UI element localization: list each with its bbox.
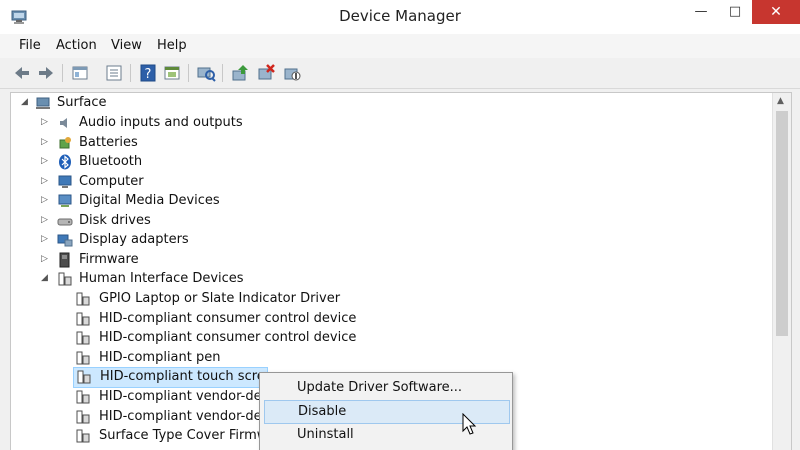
bluetooth-icon (59, 154, 71, 170)
speaker-icon (60, 118, 67, 128)
tree-item-gpio[interactable]: GPIO Laptop or Slate Indicator Driver (75, 289, 395, 308)
device-manager-window: Device Manager — □ ✕ File Action View He… (0, 0, 800, 450)
firmware-chip-icon (59, 252, 70, 268)
uninstall-icon[interactable] (256, 63, 276, 83)
tree-item-hid[interactable]: ◢ Human Interface Devices (41, 269, 341, 288)
tree-item-bluetooth[interactable]: ▷ Bluetooth (41, 152, 341, 171)
hid-device-icon (76, 292, 90, 306)
hid-device-icon (58, 272, 72, 286)
menu-view[interactable]: View (111, 38, 142, 53)
toolbar-separator (188, 64, 189, 82)
toolbar-separator (222, 64, 223, 82)
tree-item-batteries[interactable]: ▷ Batteries (41, 133, 341, 152)
hid-device-icon (76, 390, 90, 404)
menu-bar: File Action View Help (0, 34, 800, 58)
menu-action[interactable]: Action (56, 38, 97, 53)
tree-item-audio[interactable]: ▷ Audio inputs and outputs (41, 113, 341, 132)
tree-item-type-cover-firmware[interactable]: Surface Type Cover Firmware Update (75, 426, 260, 445)
tree-item-hid-touch-screen[interactable]: HID-compliant touch screen (73, 367, 268, 388)
tree-item-disk-drives[interactable]: ▷ Disk drives (41, 211, 341, 230)
expand-arrow-icon[interactable]: ▷ (41, 172, 51, 191)
disk-drive-icon (57, 218, 73, 226)
menu-help[interactable]: Help (157, 38, 187, 53)
expand-arrow-icon[interactable]: ▷ (41, 133, 51, 152)
scan-hardware-icon[interactable] (196, 63, 216, 83)
monitor-icon (58, 175, 72, 188)
help-icon[interactable]: ? (138, 63, 158, 83)
media-device-icon (58, 194, 72, 207)
maximize-button[interactable]: □ (718, 0, 752, 24)
hid-device-icon (76, 351, 90, 365)
window-title: Device Manager (339, 7, 461, 25)
hid-device-icon (76, 312, 90, 326)
tree-item-hid-vendor-1[interactable]: HID-compliant vendor-defined device (75, 387, 260, 406)
tree-item-firmware[interactable]: ▷ Firmware (41, 250, 341, 269)
back-arrow-icon[interactable] (12, 63, 32, 83)
expand-arrow-icon[interactable]: ▷ (41, 230, 51, 249)
view-icon[interactable] (104, 63, 124, 83)
tree-item-digital-media[interactable]: ▷ Digital Media Devices (41, 191, 341, 210)
expand-arrow-icon[interactable]: ▷ (41, 250, 51, 269)
display-adapter-icon (57, 234, 73, 247)
menu-file[interactable]: File (19, 38, 41, 53)
toolbar-separator (62, 64, 63, 82)
title-bar[interactable]: Device Manager — □ ✕ (0, 0, 800, 34)
close-button[interactable]: ✕ (752, 0, 800, 24)
menu-item-update-driver[interactable]: Update Driver Software... (264, 377, 508, 399)
collapse-arrow-icon[interactable]: ◢ (21, 93, 31, 112)
scrollbar-thumb[interactable] (776, 111, 788, 336)
tree-item-hid-pen[interactable]: HID-compliant pen (75, 348, 395, 367)
expand-arrow-icon[interactable]: ▷ (41, 152, 51, 171)
tree-item-hid-consumer-1[interactable]: HID-compliant consumer control device (75, 309, 395, 328)
context-menu: Update Driver Software... Disable Uninst… (259, 372, 513, 450)
hid-device-icon (76, 331, 90, 345)
collapse-arrow-icon[interactable]: ◢ (41, 269, 51, 288)
expand-arrow-icon[interactable]: ▷ (41, 191, 51, 210)
tree-item-hid-consumer-2[interactable]: HID-compliant consumer control device (75, 328, 395, 347)
expand-arrow-icon[interactable]: ▷ (41, 113, 51, 132)
computer-icon (36, 97, 50, 109)
hid-device-icon (77, 370, 91, 384)
mouse-cursor-icon (462, 413, 477, 435)
tree-root-surface[interactable]: ◢ Surface (21, 93, 221, 112)
battery-icon (59, 137, 71, 149)
minimize-button[interactable]: — (684, 0, 718, 24)
update-driver-icon[interactable] (230, 63, 250, 83)
tree-item-display-adapters[interactable]: ▷ Display adapters (41, 230, 341, 249)
properties-icon[interactable] (70, 63, 90, 83)
svg-text:?: ? (145, 67, 152, 82)
tree-item-hid-vendor-2[interactable]: HID-compliant vendor-defined device (75, 407, 260, 426)
vertical-scrollbar[interactable]: ▲ (772, 93, 791, 450)
toolbar: ? (0, 58, 800, 89)
expand-arrow-icon[interactable]: ▷ (41, 211, 51, 230)
show-hidden-icon[interactable] (162, 63, 182, 83)
tree-item-computer[interactable]: ▷ Computer (41, 172, 341, 191)
forward-arrow-icon[interactable] (36, 63, 56, 83)
hid-device-icon (76, 429, 90, 443)
toolbar-separator (130, 64, 131, 82)
scroll-up-arrow-icon[interactable]: ▲ (777, 96, 784, 106)
disable-device-icon[interactable] (282, 63, 302, 83)
hid-device-icon (76, 410, 90, 424)
